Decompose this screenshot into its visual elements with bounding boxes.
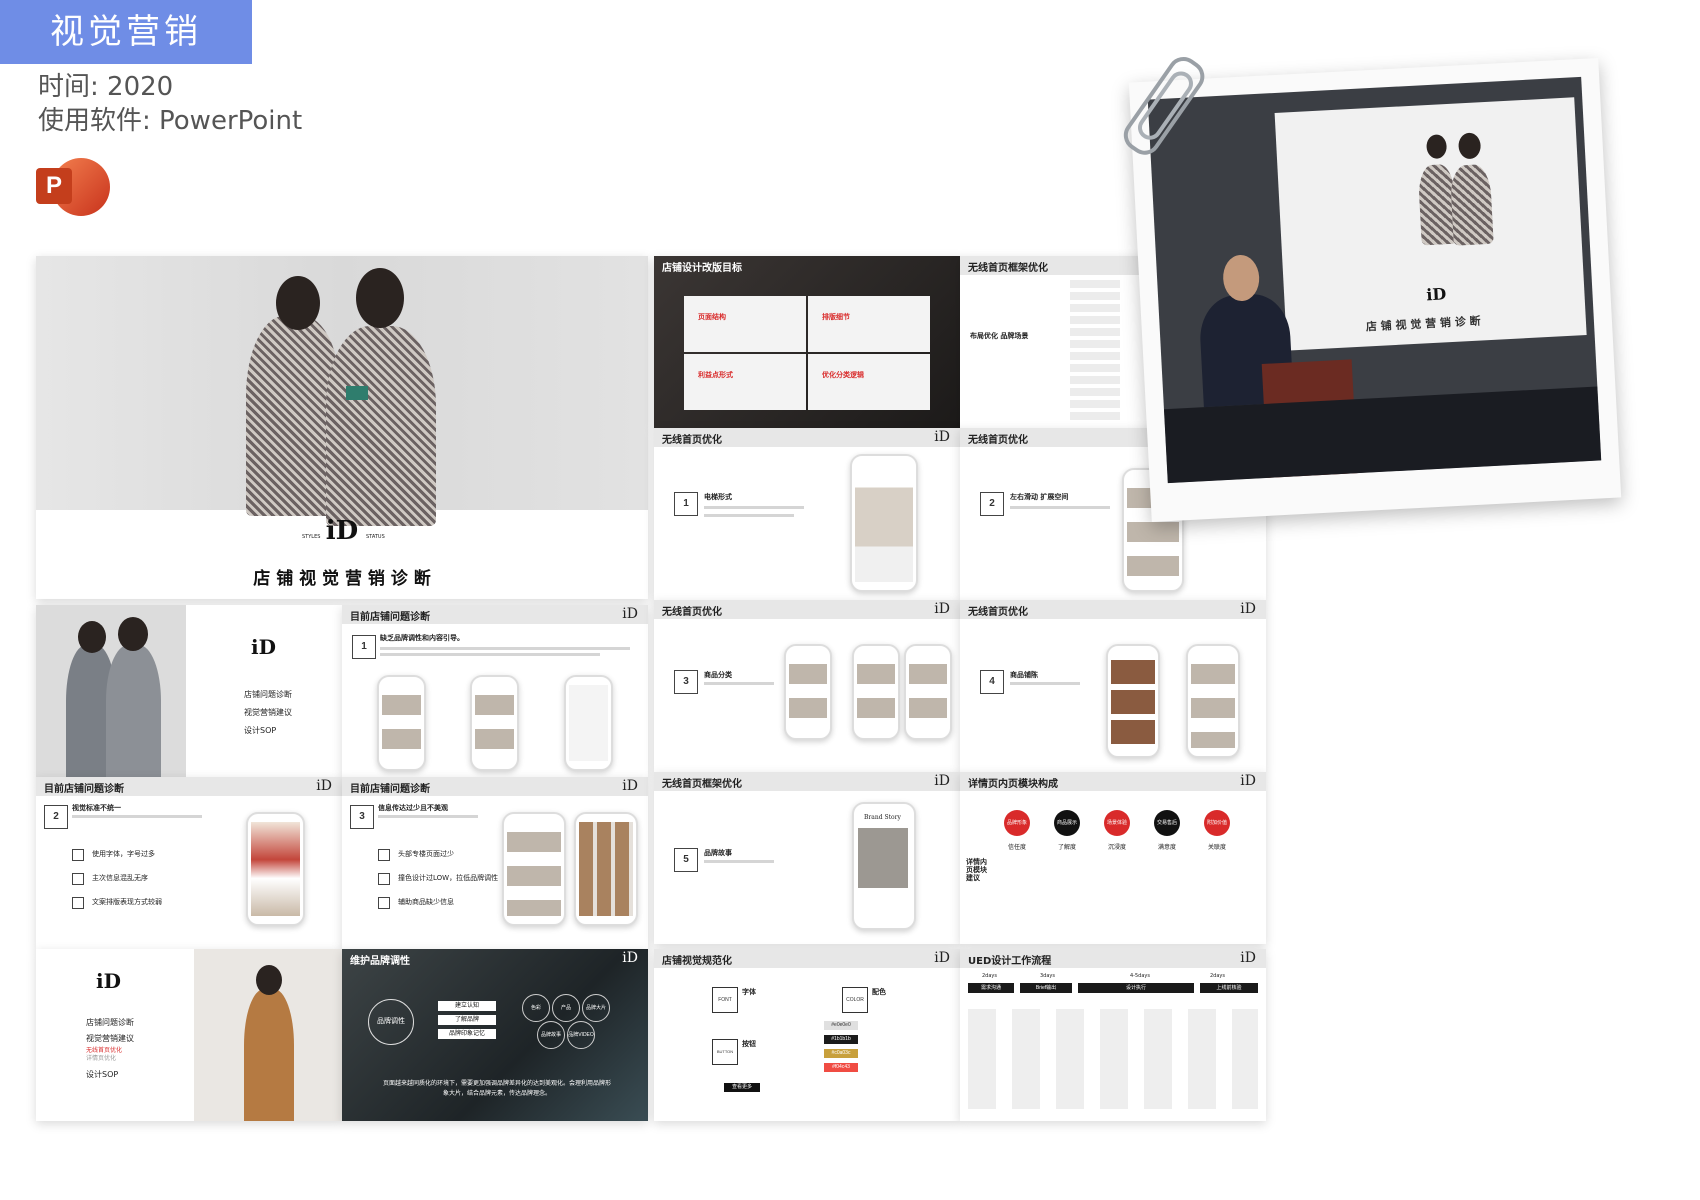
- slide-mobile-4: 无线首页优化 iD 4 商品铺陈: [960, 600, 1266, 772]
- agenda-item-1: 店铺问题诊断: [244, 690, 292, 699]
- detail-node-badge: 场景体验: [1104, 810, 1130, 836]
- slide-mobile-1: 无线首页优化 iD 1 电梯形式: [654, 428, 960, 600]
- slide-heading: 缺乏品牌调性和内容引导。: [380, 634, 464, 642]
- detail-node-label: 信任度: [1007, 844, 1026, 851]
- detail-node-label: 满意度: [1157, 844, 1176, 851]
- step-number: 3: [350, 805, 374, 829]
- slide-agenda: iD 店铺问题诊断 视觉营销建议 设计SOP: [36, 605, 342, 777]
- detail-node-badge: 品牌形象: [1004, 810, 1030, 836]
- agenda2-sub-grey: 详情页优化: [86, 1055, 117, 1062]
- slide-heading: 信息传达过少且不美观: [378, 804, 448, 812]
- slide-cover: iD STYLES STATUS 店 铺 视 觉 营 销 诊 断: [36, 256, 648, 599]
- slide-goals: 店铺设计改版目标 页面结构 排版细节 利益点形式 优化分类逻辑: [654, 256, 960, 428]
- brand-tone-circle: 品牌调性: [368, 999, 414, 1045]
- cover-logo: iD: [325, 516, 359, 546]
- color-swatch: #1b1b1b: [824, 1035, 858, 1044]
- brand-story-title: Brand Story: [864, 814, 901, 821]
- detail-node-label: 了解度: [1057, 844, 1076, 851]
- sample-button: 查看更多: [724, 1083, 760, 1092]
- slide-diagnosis-1: 目前店铺问题诊断 iD 1 缺乏品牌调性和内容引导。: [342, 605, 648, 777]
- cover-photo: [36, 256, 648, 526]
- agenda2-item-2: 视觉营销建议: [86, 1034, 134, 1043]
- detail-node-label: 沉浸度: [1107, 844, 1126, 851]
- slide-detail-modules: 详情页内页模块构成 iD 详情内页模块建议 品牌形象 信任度 商品展示 了解度 场景体验沉…: [960, 772, 1266, 944]
- detail-node-badge: 交易售后: [1154, 810, 1180, 836]
- cover-title: 店 铺 视 觉 营 销 诊 断: [253, 569, 431, 589]
- detail-node-badge: 商品展示: [1054, 810, 1080, 836]
- slide-mobile-5: 无线首页框架优化 iD 5 品牌故事 Brand Story: [654, 772, 960, 944]
- powerpoint-icon: P: [36, 154, 110, 220]
- slide-mobile-3: 无线首页优化 iD 3 商品分类: [654, 600, 960, 772]
- detail-node-badge: 附加价值: [1204, 810, 1230, 836]
- color-swatch: #c0a03c: [824, 1049, 858, 1058]
- agenda-item-2: 视觉营销建议: [244, 708, 292, 717]
- slide-maintain-brand: 维护品牌调性 iD 品牌调性 建立认知 了解品牌 品牌印象记忆 色彩 产品 品牌大…: [342, 949, 648, 1121]
- agenda-item-3: 设计SOP: [244, 726, 277, 735]
- screen-title: 店 铺 视 觉 营 销 诊 断: [1365, 314, 1481, 334]
- slide-agenda-2: iD 店铺问题诊断 视觉营销建议 无线首页优化 详情页优化 设计SOP: [36, 949, 342, 1121]
- step-number: 2: [44, 805, 68, 829]
- software-label: 使用软件: PowerPoint: [38, 106, 303, 136]
- time-label: 时间: 2020: [38, 72, 174, 102]
- slide-heading: 视觉标准不统一: [72, 804, 121, 812]
- step-number: 1: [352, 635, 376, 659]
- slide-diagnosis-2: 目前店铺问题诊断 iD 2 视觉标准不统一 使用字体，字号过多 主次信息混乱无序 …: [36, 777, 342, 949]
- screen-logo: iD: [1425, 284, 1447, 305]
- logo-right-text: STATUS: [366, 534, 385, 540]
- slide-ued-workflow: UED设计工作流程 iD 2days 3days 4-5days 2days 需求…: [960, 949, 1266, 1121]
- detail-side-label: 详情内页模块建议: [966, 858, 987, 882]
- agenda-logo: iD: [251, 635, 276, 659]
- slide-visual-spec: 店铺视觉规范化 iD FONT 字体 COLOR 配色 BUTTON 按钮 查看更…: [654, 949, 960, 1121]
- slide-diagnosis-3: 目前店铺问题诊断 iD 3 信息传达过少且不美观 头部专楼页面过少 撞色设计过LO…: [342, 777, 648, 949]
- agenda2-item-3: 设计SOP: [86, 1070, 119, 1079]
- section-tag: 视觉营销: [0, 0, 252, 64]
- color-swatch: #e0e0e0: [824, 1021, 858, 1030]
- logo-left-text: STYLES: [302, 534, 321, 540]
- framework-label: 布局优化 品牌场景: [970, 332, 1029, 340]
- agenda2-item-1: 店铺问题诊断: [86, 1018, 134, 1027]
- detail-node-label: 关联度: [1207, 844, 1226, 851]
- maintain-caption: 页面越来越同质化的环境下，需要更加强调品牌差异化的达到美观化。会理利用品牌形象大…: [382, 1081, 611, 1097]
- agenda2-logo: iD: [96, 969, 121, 993]
- color-swatch: #f04c43: [824, 1063, 858, 1072]
